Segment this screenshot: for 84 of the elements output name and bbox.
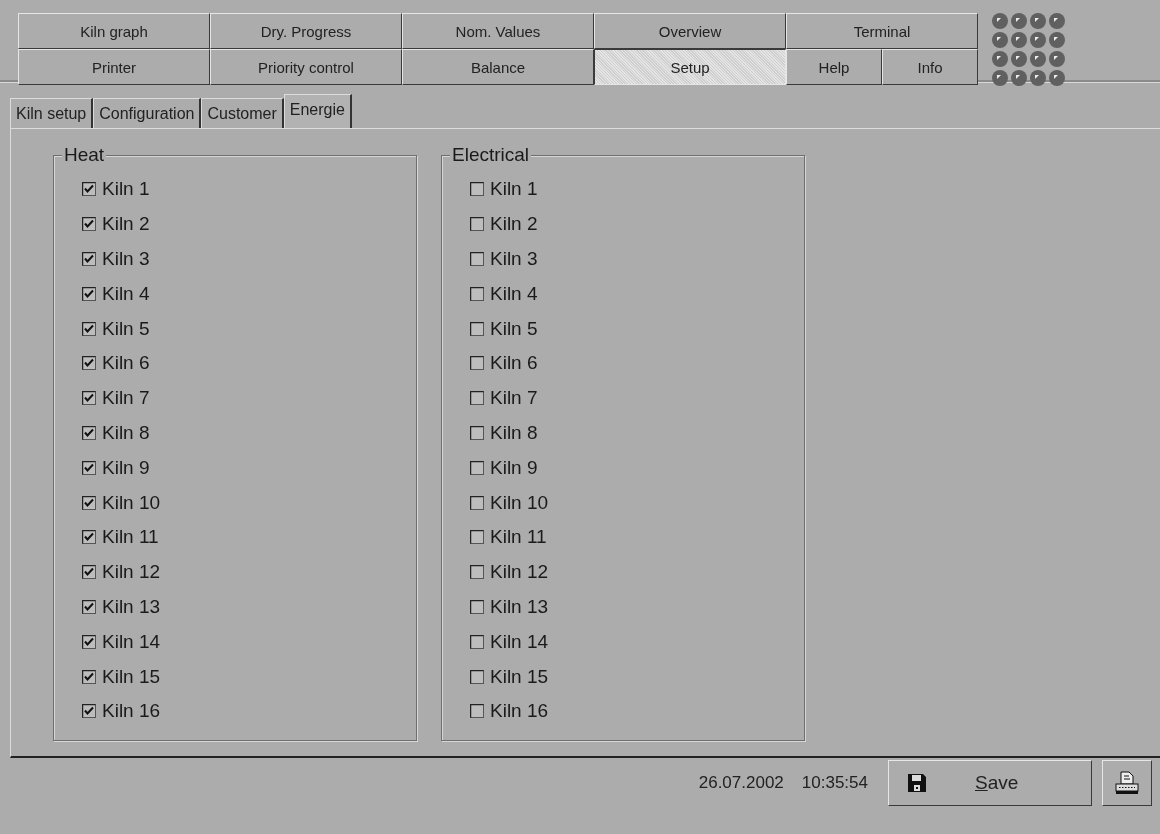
nav-button[interactable]: Terminal bbox=[786, 13, 978, 49]
tab[interactable]: Configuration bbox=[93, 98, 202, 128]
checkbox[interactable] bbox=[82, 321, 96, 336]
checkbox-label: Kiln 3 bbox=[102, 248, 150, 270]
checkbox[interactable] bbox=[470, 182, 484, 197]
checkbox-label: Kiln 2 bbox=[102, 213, 150, 236]
checkbox[interactable] bbox=[470, 634, 484, 649]
checkbox[interactable] bbox=[82, 286, 96, 301]
nav-button[interactable]: Setup bbox=[594, 49, 786, 85]
checkbox-label: Kiln 1 bbox=[490, 178, 538, 201]
time-text: 10:35:54 bbox=[801, 773, 868, 793]
nav-button[interactable]: Info bbox=[882, 49, 978, 85]
nav-button[interactable]: Balance bbox=[402, 49, 594, 85]
checkbox-label: Kiln 15 bbox=[490, 665, 549, 688]
checkbox[interactable] bbox=[82, 217, 96, 232]
checkbox-label: Kiln 9 bbox=[490, 456, 538, 479]
nav-button[interactable]: Nom. Values bbox=[402, 13, 594, 49]
nav-button[interactable]: Priority control bbox=[210, 49, 402, 85]
checkbox[interactable] bbox=[470, 495, 484, 510]
checkbox[interactable] bbox=[470, 321, 484, 336]
checkbox-label: Kiln 9 bbox=[102, 456, 150, 479]
checkbox[interactable] bbox=[82, 391, 96, 406]
checkbox-label: Kiln 2 bbox=[490, 213, 538, 236]
checkbox[interactable] bbox=[470, 599, 484, 614]
checkbox-label: Kiln 1 bbox=[102, 178, 150, 201]
checkbox-label: Kiln 14 bbox=[490, 630, 549, 653]
checkbox-label: Kiln 12 bbox=[102, 561, 161, 584]
nav-button[interactable]: Help bbox=[786, 49, 882, 85]
checkbox[interactable] bbox=[470, 704, 484, 719]
checkbox-label: Kiln 4 bbox=[490, 282, 538, 305]
checkbox-label: Kiln 15 bbox=[102, 665, 161, 688]
checkbox[interactable] bbox=[470, 565, 484, 580]
checkbox[interactable] bbox=[82, 669, 96, 684]
checkbox-label: Kiln 11 bbox=[102, 526, 159, 549]
date-text: 26.07.2002 bbox=[698, 773, 784, 793]
checkbox-label: Kiln 10 bbox=[490, 491, 549, 514]
checkbox-label: Kiln 14 bbox=[102, 630, 161, 653]
checkbox[interactable] bbox=[82, 425, 96, 440]
checkbox-label: Kiln 13 bbox=[490, 595, 549, 618]
checkbox[interactable] bbox=[82, 599, 96, 614]
checkbox[interactable] bbox=[470, 217, 484, 232]
checkbox-label: Kiln 6 bbox=[490, 352, 538, 375]
checkbox-label: Kiln 16 bbox=[490, 700, 549, 723]
checkbox[interactable] bbox=[470, 356, 484, 371]
tab[interactable]: Energie bbox=[283, 94, 352, 128]
checkbox[interactable] bbox=[82, 495, 96, 510]
checkbox-label: Kiln 7 bbox=[490, 387, 538, 410]
checkbox-label: Kiln 6 bbox=[102, 352, 150, 375]
checkbox-label: Kiln 5 bbox=[490, 317, 538, 340]
checkbox[interactable] bbox=[470, 460, 484, 475]
checkbox-label: Kiln 4 bbox=[102, 282, 150, 305]
checkbox-label: Kiln 8 bbox=[102, 421, 150, 444]
checkbox-label: Kiln 16 bbox=[102, 700, 161, 723]
checkbox-label: Kiln 12 bbox=[490, 561, 549, 584]
checkbox-label: Kiln 7 bbox=[102, 387, 150, 410]
checkbox[interactable] bbox=[470, 530, 484, 545]
checkbox[interactable] bbox=[82, 530, 96, 545]
checkbox-label: Kiln 8 bbox=[490, 421, 538, 444]
nav-button[interactable]: Printer bbox=[18, 49, 210, 85]
tab[interactable]: Kiln setup bbox=[10, 98, 94, 128]
checkbox[interactable] bbox=[82, 252, 96, 266]
checkbox[interactable] bbox=[82, 460, 96, 475]
checkbox-label: Kiln 5 bbox=[102, 317, 150, 340]
checkbox[interactable] bbox=[470, 286, 484, 301]
checkbox-label: Kiln 10 bbox=[102, 491, 161, 514]
nav-button[interactable]: Dry. Progress bbox=[210, 13, 402, 49]
checkbox[interactable] bbox=[470, 391, 484, 406]
nav-button[interactable]: Kiln graph bbox=[18, 13, 210, 49]
checkbox-label: Kiln 3 bbox=[490, 248, 538, 270]
checkbox[interactable] bbox=[470, 252, 484, 266]
checkbox-label: Kiln 11 bbox=[490, 526, 547, 549]
save-button[interactable]: Save bbox=[888, 760, 1092, 806]
checkbox[interactable] bbox=[82, 182, 96, 197]
checkbox[interactable] bbox=[82, 634, 96, 649]
checkbox[interactable] bbox=[82, 356, 96, 371]
checkbox[interactable] bbox=[470, 425, 484, 440]
checkbox[interactable] bbox=[82, 565, 96, 580]
tab[interactable]: Customer bbox=[201, 98, 284, 128]
printer-button[interactable] bbox=[1102, 760, 1152, 806]
checkbox[interactable] bbox=[82, 704, 96, 719]
printer-icon bbox=[1114, 770, 1140, 796]
nav-button[interactable]: Overview bbox=[594, 13, 786, 49]
checkbox[interactable] bbox=[470, 669, 484, 684]
checkbox-label: Kiln 13 bbox=[102, 595, 161, 618]
